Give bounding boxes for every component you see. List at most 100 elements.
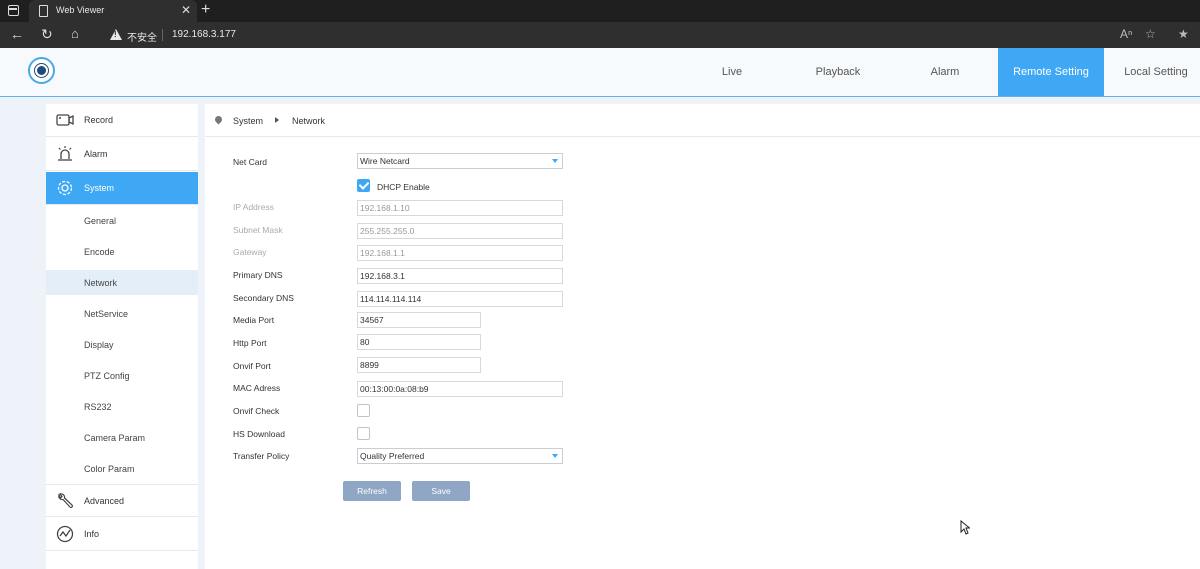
sidebar-item-system[interactable]: System	[46, 172, 198, 205]
gateway-input[interactable]	[357, 245, 563, 261]
onvif-port-label: Onvif Port	[233, 361, 271, 371]
media-port-input[interactable]	[357, 312, 481, 328]
hs-download-label: HS Download	[233, 429, 285, 439]
http-port-label: Http Port	[233, 338, 267, 348]
sidebar-subitem-network[interactable]: Network	[46, 270, 198, 295]
save-button[interactable]: Save	[412, 481, 470, 501]
refresh-button[interactable]: Refresh	[343, 481, 401, 501]
sidebar-subitem-label: NetService	[84, 309, 129, 319]
warning-icon	[110, 29, 122, 40]
address-divider	[162, 29, 163, 41]
mouse-cursor-icon	[960, 520, 970, 535]
info-chart-icon	[56, 525, 74, 543]
sidebar-item-info[interactable]: Info	[46, 518, 198, 551]
tab-close-icon[interactable]: ✕	[181, 3, 191, 17]
transfer-policy-select[interactable]: Quality Preferred	[357, 448, 563, 464]
read-aloud-icon[interactable]: Aⁿ	[1120, 27, 1132, 41]
sidebar-subitem-netservice[interactable]: NetService	[46, 301, 198, 326]
tab-alarm[interactable]: Alarm	[903, 48, 987, 96]
net-card-label: Net Card	[233, 157, 268, 167]
sidebar-subitem-ptz-config[interactable]: PTZ Config	[46, 363, 198, 388]
url-input[interactable]: 192.168.3.177	[172, 29, 236, 40]
tab-title: Web Viewer	[56, 5, 105, 15]
security-label[interactable]: 不安全	[127, 29, 157, 44]
location-pin-icon	[213, 114, 224, 125]
camera-icon	[56, 114, 74, 126]
onvif-port-input[interactable]	[357, 357, 481, 373]
secondary-dns-input[interactable]	[357, 291, 563, 307]
gear-icon	[57, 180, 73, 196]
sidebar-subitem-label: RS232	[84, 402, 112, 412]
sidebar-subitem-display[interactable]: Display	[46, 332, 198, 357]
onvif-check-label: Onvif Check	[233, 406, 280, 416]
page-icon	[39, 5, 48, 17]
breadcrumb: System Network	[205, 104, 1200, 137]
logo-icon	[28, 57, 55, 84]
secondary-dns-label: Secondary DNS	[233, 293, 294, 303]
ip-address-input[interactable]	[357, 200, 563, 216]
browser-tab[interactable]: Web Viewer ✕	[29, 0, 197, 22]
sidebar-subitem-general[interactable]: General	[46, 208, 198, 233]
sidebar-subitem-label: Encode	[84, 247, 115, 257]
transfer-policy-value: Quality Preferred	[360, 451, 425, 461]
mac-address-input[interactable]	[357, 381, 563, 397]
sidebar-item-label: Info	[84, 529, 100, 539]
favorites-icon[interactable]: ★	[1178, 27, 1189, 41]
gateway-label: Gateway	[233, 247, 267, 257]
sidebar-subitem-rs232[interactable]: RS232	[46, 394, 198, 419]
primary-dns-input[interactable]	[357, 268, 563, 284]
subnet-mask-label: Subnet Mask	[233, 225, 283, 235]
breadcrumb-arrow-icon	[275, 117, 279, 123]
sidebar-subitem-camera-param[interactable]: Camera Param	[46, 425, 198, 450]
reload-icon[interactable]: ↻	[41, 26, 53, 42]
sidebar-item-record[interactable]: Record	[46, 104, 198, 137]
sidebar-item-advanced[interactable]: Advanced	[46, 484, 198, 517]
http-port-input[interactable]	[357, 334, 481, 350]
sidebar-subitem-label: Display	[84, 340, 114, 350]
browser-tab-bar: Web Viewer ✕ +	[0, 0, 1200, 22]
breadcrumb-system: System	[233, 116, 264, 126]
sidebar-item-label: Advanced	[84, 496, 125, 506]
sidebar-item-label: System	[84, 183, 115, 193]
onvif-check-checkbox[interactable]	[357, 404, 370, 417]
chevron-down-icon	[552, 159, 558, 163]
dhcp-enable-checkbox[interactable]	[357, 179, 370, 192]
net-card-select[interactable]: Wire Netcard	[357, 153, 563, 169]
sidebar-subitem-label: Camera Param	[84, 433, 146, 443]
new-tab-icon[interactable]: +	[201, 1, 210, 19]
dhcp-enable-label: DHCP Enable	[377, 182, 430, 192]
browser-address-bar: ← ↻ ⌂ 不安全 192.168.3.177 Aⁿ ☆ ★	[0, 22, 1200, 48]
sidebar-subitem-encode[interactable]: Encode	[46, 239, 198, 264]
sidebar-subitem-color-param[interactable]: Color Param	[46, 456, 198, 481]
transfer-policy-label: Transfer Policy	[233, 451, 290, 461]
favorite-add-icon[interactable]: ☆	[1145, 27, 1156, 41]
tab-live[interactable]: Live	[690, 48, 774, 96]
chevron-down-icon	[552, 454, 558, 458]
wrench-icon	[58, 493, 73, 508]
subnet-mask-input[interactable]	[357, 223, 563, 239]
tab-remote-setting[interactable]: Remote Setting	[998, 48, 1104, 96]
back-arrow-icon[interactable]: ←	[10, 26, 24, 42]
net-card-value: Wire Netcard	[360, 156, 410, 166]
sidebar-subitem-label: General	[84, 216, 117, 226]
sidebar-item-label: Alarm	[84, 149, 108, 159]
sidebar-subitem-label: PTZ Config	[84, 371, 130, 381]
sidebar-item-label: Record	[84, 115, 114, 125]
mac-address-label: MAC Adress	[233, 383, 281, 393]
app-header: Live Playback Alarm Remote Setting Local…	[0, 48, 1200, 97]
tab-playback[interactable]: Playback	[796, 48, 880, 96]
sidebar: Record Alarm System General Encode Netwo…	[46, 104, 198, 569]
ip-address-label: IP Address	[233, 202, 274, 212]
alarm-icon	[58, 146, 72, 161]
sidebar-subitem-label: Network	[84, 278, 118, 288]
breadcrumb-network: Network	[292, 116, 326, 126]
network-settings-panel: System Network Net Card Wire Netcard DHC…	[205, 104, 1200, 569]
media-port-label: Media Port	[233, 315, 275, 325]
sidebar-item-alarm[interactable]: Alarm	[46, 138, 198, 171]
hs-download-checkbox[interactable]	[357, 427, 370, 440]
window-menu-icon[interactable]	[8, 5, 19, 16]
sidebar-subitem-label: Color Param	[84, 464, 135, 474]
primary-dns-label: Primary DNS	[233, 270, 283, 280]
tab-local-setting[interactable]: Local Setting	[1112, 48, 1200, 96]
home-icon[interactable]: ⌂	[71, 26, 79, 42]
